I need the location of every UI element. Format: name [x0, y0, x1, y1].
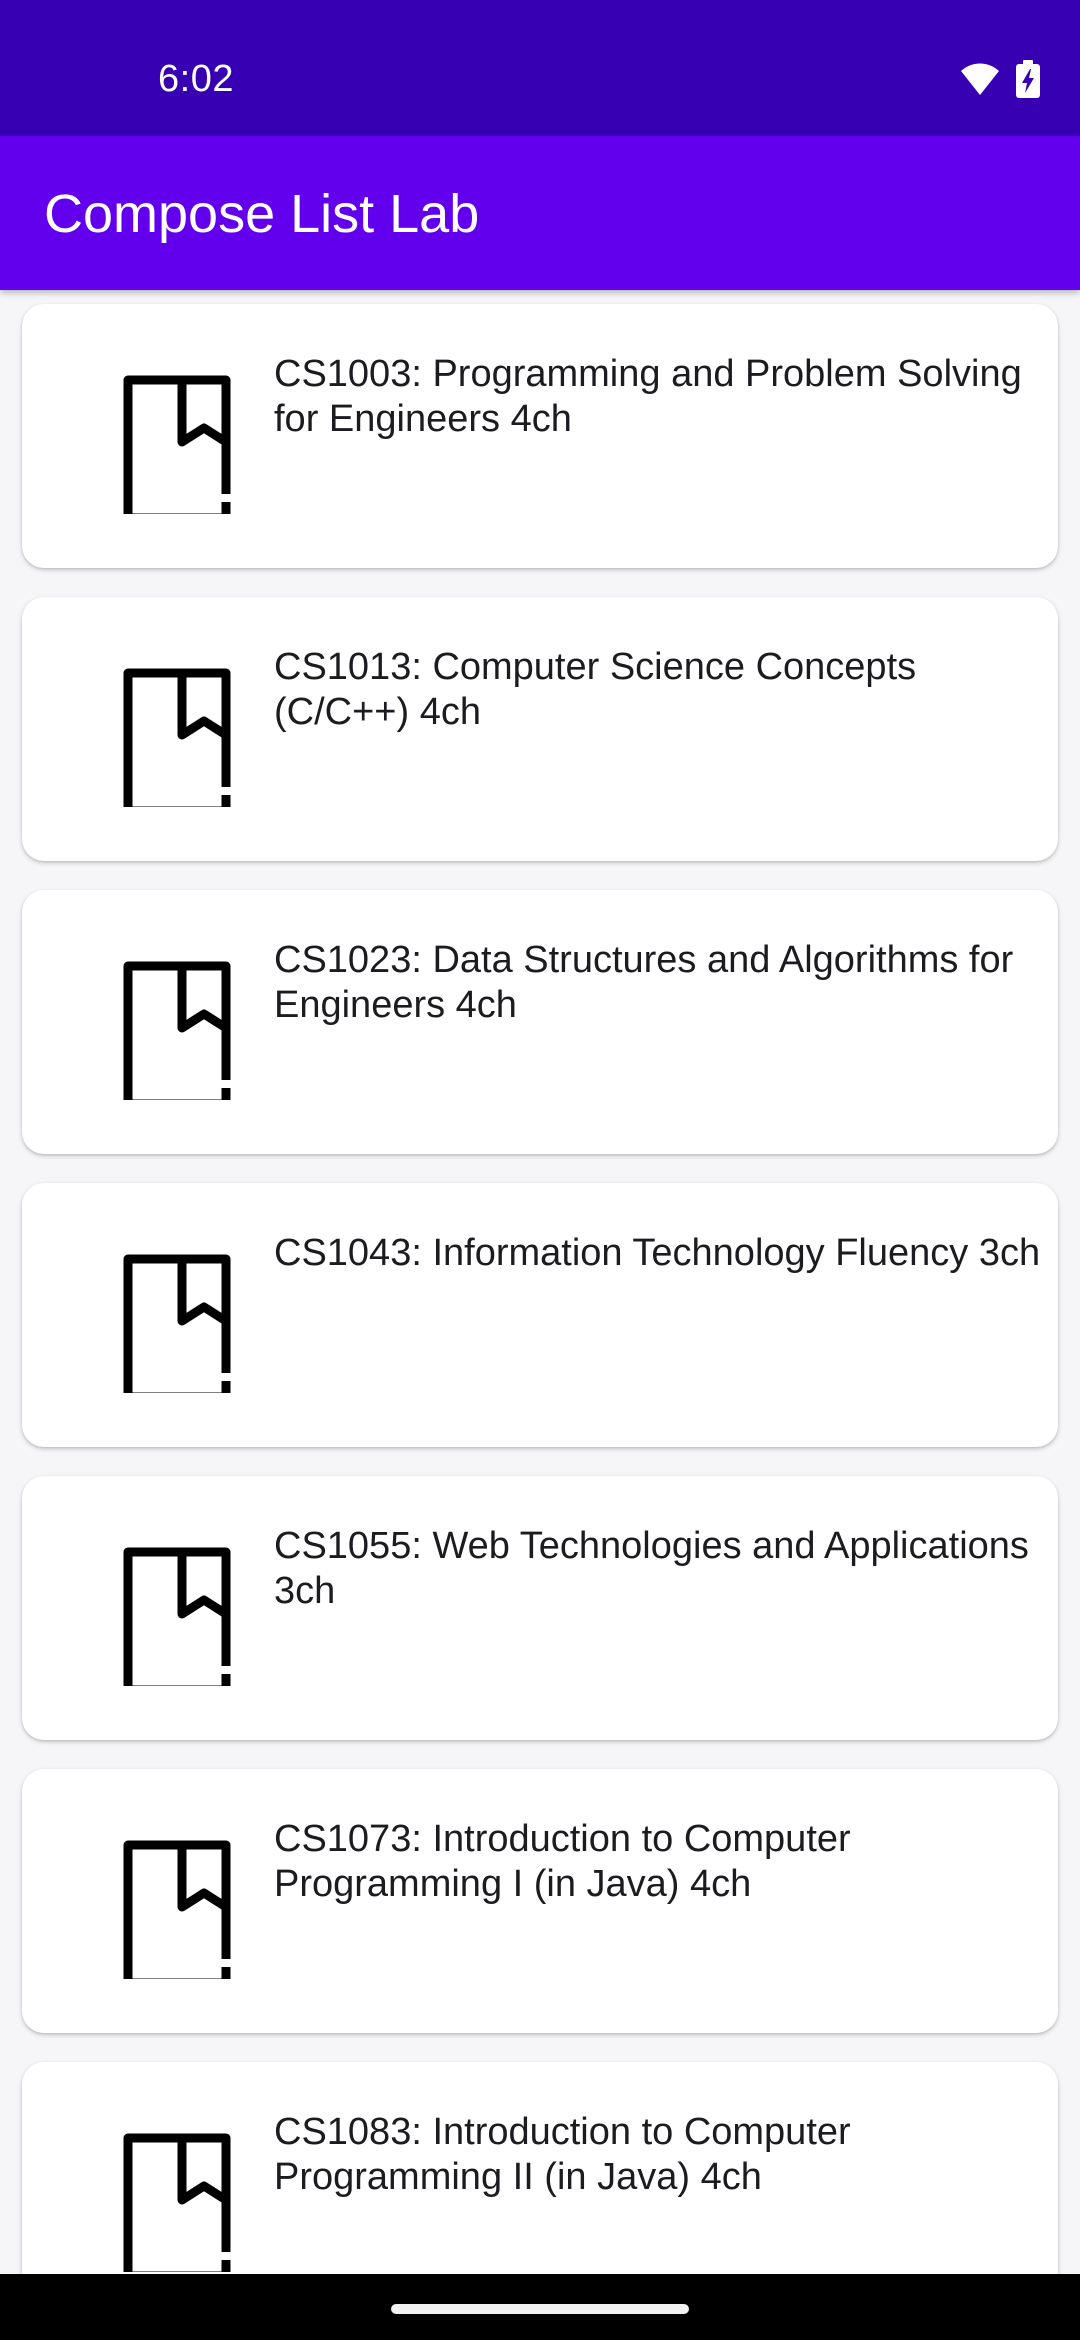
wifi-icon: [960, 62, 1000, 101]
status-time: 6:02: [158, 58, 234, 100]
home-gesture-handle[interactable]: [391, 2304, 689, 2314]
status-bar: 6:02: [0, 0, 1080, 136]
course-card[interactable]: CS1073: Introduction to Computer Program…: [22, 1769, 1058, 2033]
course-title: CS1073: Introduction to Computer Program…: [274, 1818, 851, 1905]
course-card[interactable]: CS1003: Programming and Problem Solving …: [22, 304, 1058, 568]
course-card[interactable]: CS1043: Information Technology Fluency 3…: [22, 1183, 1058, 1447]
course-card[interactable]: CS1055: Web Technologies and Application…: [22, 1476, 1058, 1740]
book-bookmark-icon: [100, 1829, 250, 1988]
battery-charging-icon: [1016, 60, 1040, 103]
book-bookmark-icon: [100, 364, 250, 523]
course-title: CS1083: Introduction to Computer Program…: [274, 2111, 851, 2198]
course-title: CS1055: Web Technologies and Application…: [274, 1525, 1029, 1612]
course-title: CS1003: Programming and Problem Solving …: [274, 353, 1022, 440]
app-title: Compose List Lab: [44, 184, 480, 244]
course-list[interactable]: CS1003: Programming and Problem Solving …: [0, 290, 1080, 2274]
course-card[interactable]: CS1023: Data Structures and Algorithms f…: [22, 890, 1058, 1154]
navigation-bar: [0, 2274, 1080, 2340]
book-bookmark-icon: [100, 1243, 250, 1402]
course-title: CS1043: Information Technology Fluency 3…: [274, 1232, 1041, 1274]
book-bookmark-icon: [100, 2122, 250, 2274]
course-title: CS1013: Computer Science Concepts (C/C++…: [274, 646, 917, 733]
course-card[interactable]: CS1083: Introduction to Computer Program…: [22, 2062, 1058, 2274]
book-bookmark-icon: [100, 657, 250, 816]
book-bookmark-icon: [100, 1536, 250, 1695]
status-icons: [960, 60, 1040, 103]
book-bookmark-icon: [100, 950, 250, 1109]
app-bar: Compose List Lab: [0, 136, 1080, 290]
course-title: CS1023: Data Structures and Algorithms f…: [274, 939, 1014, 1026]
course-card[interactable]: CS1013: Computer Science Concepts (C/C++…: [22, 597, 1058, 861]
